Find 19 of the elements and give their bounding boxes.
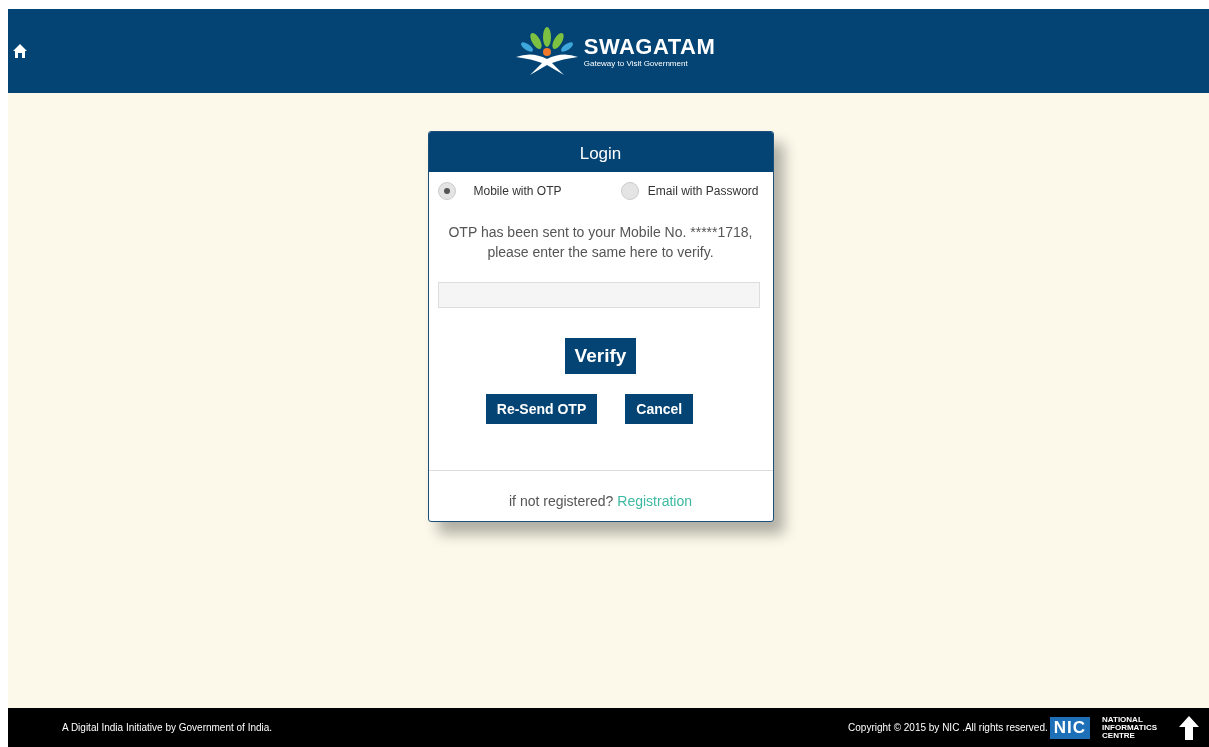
login-title: Login (428, 132, 773, 172)
brand-name: SWAGATAM (583, 34, 716, 59)
radio-button[interactable] (620, 182, 639, 200)
brand-tagline: Gateway to Visit Government (583, 58, 689, 68)
radio-label[interactable]: Email with Password (647, 184, 759, 198)
radio-label[interactable]: Mobile with OTP (473, 184, 562, 198)
register-prompt: if not registered? (509, 493, 614, 509)
radio-button[interactable] (437, 182, 456, 200)
otp-message: OTP has been sent to your Mobile No. *****1718, please enter the same here to verify. (447, 223, 754, 262)
cancel-button[interactable]: Cancel (625, 394, 694, 424)
verify-button[interactable]: Verify (564, 338, 637, 374)
resend-otp-button[interactable]: Re-Send OTP (485, 394, 598, 424)
nic-name: NATIONAL INFORMATICS CENTRE (1102, 715, 1157, 740)
up-arrow-icon[interactable] (1179, 715, 1199, 740)
nic-logo: NIC (1049, 716, 1091, 739)
otp-input-field[interactable] (437, 282, 760, 308)
home-icon[interactable] (12, 43, 28, 59)
footer-text: A Digital India Initiative by Government of India. (62, 722, 273, 733)
copyright-text: Copyright © 2015 by NIC .All rights reserved. (848, 722, 1048, 733)
